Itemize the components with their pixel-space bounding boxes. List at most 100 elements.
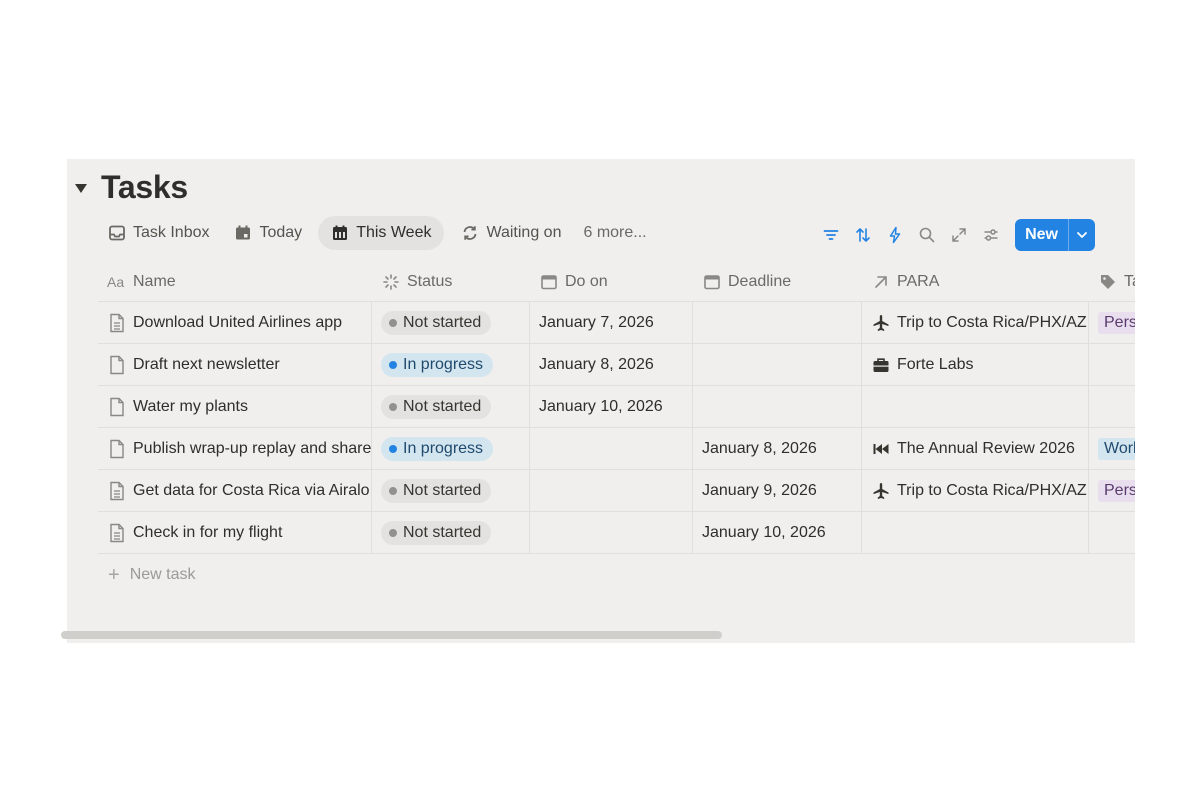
task-name[interactable]: Water my plants — [133, 398, 248, 416]
more-views-button[interactable]: 6 more... — [577, 224, 652, 242]
cell-status[interactable]: Not started — [372, 302, 530, 343]
column-label: Name — [133, 273, 176, 290]
para-link[interactable]: Forte Labs — [897, 356, 973, 374]
status-badge[interactable]: Not started — [381, 394, 492, 419]
cell-deadline[interactable] — [693, 302, 862, 343]
tab-label: This Week — [356, 224, 432, 241]
status-badge[interactable]: Not started — [381, 520, 492, 545]
column-label: PARA — [897, 273, 940, 290]
para-link[interactable]: The Annual Review 2026 — [897, 440, 1075, 458]
table-row[interactable]: Water my plants Not started January 10, 20… — [98, 386, 1135, 428]
task-name[interactable]: Get data for Costa Rica via Airalo — [133, 482, 370, 500]
filter-icon[interactable] — [821, 225, 841, 245]
para-link[interactable]: Trip to Costa Rica/PHX/AZ — [897, 314, 1087, 332]
deadline-date: January 9, 2026 — [702, 481, 817, 499]
cell-name[interactable]: Draft next newsletter — [98, 344, 372, 385]
cell-status[interactable]: Not started — [372, 512, 530, 553]
column-label: Do on — [565, 273, 608, 290]
view-tabs: Task Inbox Today This Week Waiting on 6 … — [99, 215, 653, 251]
chevron-down-icon[interactable] — [1068, 219, 1095, 251]
cell-tags[interactable] — [1089, 512, 1135, 553]
para-link[interactable]: Trip to Costa Rica/PHX/AZ — [897, 482, 1087, 500]
cell-deadline[interactable]: January 9, 2026 — [693, 470, 862, 511]
table-row[interactable]: Publish wrap-up replay and share In progr… — [98, 428, 1135, 470]
cell-para[interactable]: Trip to Costa Rica/PHX/AZ — [862, 302, 1089, 343]
cell-para[interactable] — [862, 386, 1089, 427]
cell-tags[interactable] — [1089, 344, 1135, 385]
column-header-do-on[interactable]: Do on — [530, 263, 693, 301]
status-label: In progress — [403, 439, 484, 457]
tab-today[interactable]: Today — [225, 216, 310, 250]
new-task-button[interactable]: + New task — [98, 554, 1135, 596]
tab-this-week[interactable]: This Week — [318, 216, 445, 250]
cell-name[interactable]: Publish wrap-up replay and share — [98, 428, 372, 469]
new-button-group: New — [1015, 219, 1095, 251]
cell-deadline[interactable]: January 10, 2026 — [693, 512, 862, 553]
airplane-icon — [871, 481, 891, 501]
cell-tags[interactable] — [1089, 386, 1135, 427]
tag-badge[interactable]: Work — [1098, 437, 1135, 460]
status-badge[interactable]: Not started — [381, 310, 492, 335]
cell-status[interactable]: Not started — [372, 386, 530, 427]
cell-do-on[interactable]: January 7, 2026 — [530, 302, 693, 343]
cell-tags[interactable]: Personal — [1089, 470, 1135, 511]
cell-para[interactable]: Trip to Costa Rica/PHX/AZ — [862, 470, 1089, 511]
table-row[interactable]: Draft next newsletter In progress January … — [98, 344, 1135, 386]
column-header-para[interactable]: PARA — [862, 263, 1089, 301]
cell-name[interactable]: Get data for Costa Rica via Airalo — [98, 470, 372, 511]
cell-deadline[interactable] — [693, 344, 862, 385]
cell-do-on[interactable]: January 10, 2026 — [530, 386, 693, 427]
cell-para[interactable]: The Annual Review 2026 — [862, 428, 1089, 469]
tab-label: Task Inbox — [133, 224, 210, 241]
status-badge[interactable]: In progress — [381, 352, 494, 377]
table-row[interactable]: Download United Airlines app Not started J… — [98, 302, 1135, 344]
cell-do-on[interactable] — [530, 428, 693, 469]
table-row[interactable]: Get data for Costa Rica via Airalo Not st… — [98, 470, 1135, 512]
task-name[interactable]: Draft next newsletter — [133, 356, 280, 374]
tab-waiting-on[interactable]: Waiting on — [452, 216, 569, 250]
new-button[interactable]: New — [1015, 219, 1068, 251]
cell-status[interactable]: Not started — [372, 470, 530, 511]
cell-status[interactable]: In progress — [372, 344, 530, 385]
cell-para[interactable] — [862, 512, 1089, 553]
collapse-toggle-icon[interactable] — [75, 183, 87, 193]
cell-para[interactable]: Forte Labs — [862, 344, 1089, 385]
plus-icon: + — [108, 563, 120, 586]
page-icon — [107, 397, 127, 417]
status-badge[interactable]: In progress — [381, 436, 494, 461]
column-header-name[interactable]: Aa Name — [98, 263, 372, 301]
task-name[interactable]: Download United Airlines app — [133, 314, 342, 332]
task-name[interactable]: Publish wrap-up replay and share — [133, 440, 371, 458]
do-on-date: January 7, 2026 — [539, 313, 654, 331]
cell-deadline[interactable]: January 8, 2026 — [693, 428, 862, 469]
tag-badge[interactable]: Personal — [1098, 311, 1135, 334]
new-task-label: New task — [129, 566, 196, 583]
cell-do-on[interactable] — [530, 512, 693, 553]
cell-tags[interactable]: Personal — [1089, 302, 1135, 343]
tasks-table: Aa Name Status Do on Deadline PARA T Dow… — [98, 263, 1135, 596]
cell-tags[interactable]: Work — [1089, 428, 1135, 469]
search-icon[interactable] — [917, 225, 937, 245]
status-badge[interactable]: Not started — [381, 478, 492, 503]
column-header-deadline[interactable]: Deadline — [693, 263, 862, 301]
cell-do-on[interactable]: January 8, 2026 — [530, 344, 693, 385]
cell-name[interactable]: Water my plants — [98, 386, 372, 427]
expand-icon[interactable] — [949, 225, 969, 245]
cell-status[interactable]: In progress — [372, 428, 530, 469]
automation-bolt-icon[interactable] — [885, 225, 905, 245]
cell-deadline[interactable] — [693, 386, 862, 427]
sort-icon[interactable] — [853, 225, 873, 245]
column-header-status[interactable]: Status — [372, 263, 530, 301]
task-name[interactable]: Check in for my flight — [133, 524, 282, 542]
column-header-tags[interactable]: Tags — [1089, 263, 1135, 301]
title-row: Tasks — [75, 167, 188, 207]
tab-task-inbox[interactable]: Task Inbox — [99, 216, 217, 250]
deadline-date: January 10, 2026 — [702, 523, 826, 541]
table-row[interactable]: Check in for my flight Not started January… — [98, 512, 1135, 554]
settings-sliders-icon[interactable] — [981, 225, 1001, 245]
cell-do-on[interactable] — [530, 470, 693, 511]
cell-name[interactable]: Download United Airlines app — [98, 302, 372, 343]
cell-name[interactable]: Check in for my flight — [98, 512, 372, 553]
tag-badge[interactable]: Personal — [1098, 479, 1135, 502]
horizontal-scrollbar[interactable] — [61, 631, 722, 639]
